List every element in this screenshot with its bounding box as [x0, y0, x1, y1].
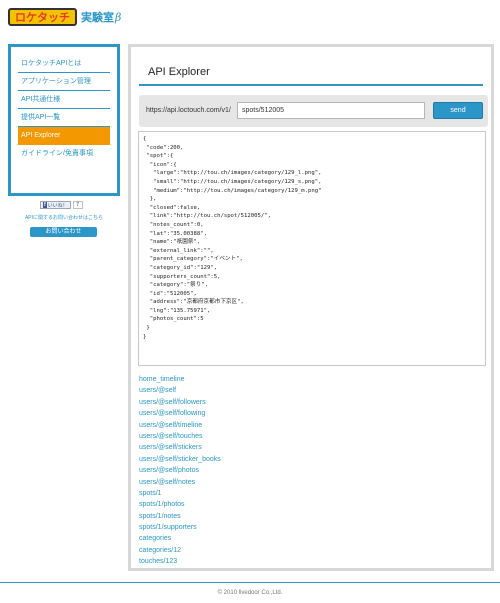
endpoint-link[interactable]: spots/1/photos: [139, 499, 221, 510]
endpoint-link[interactable]: spots/1: [139, 488, 221, 499]
base-url-label: https://api.loctouch.com/v1/: [146, 107, 231, 114]
header: ロケタッチ 実験室 β: [0, 0, 500, 36]
footer-divider: [0, 582, 500, 583]
endpoint-link[interactable]: spots/1/notes: [139, 511, 221, 522]
sidebar-item-common-spec[interactable]: API共通仕様: [18, 91, 110, 109]
endpoint-link[interactable]: users/@self/notes: [139, 477, 221, 488]
endpoint-link[interactable]: users/@self/touches: [139, 431, 221, 442]
sidebar-item-app-management[interactable]: アプリケーション管理: [18, 73, 110, 91]
endpoint-link[interactable]: spots/1/supporters: [139, 522, 221, 533]
endpoint-link[interactable]: users/@self/sticker_books: [139, 454, 221, 465]
endpoint-link[interactable]: home_timeline: [139, 374, 221, 385]
sidebar-nav: ロケタッチAPIとは アプリケーション管理 API共通仕様 提供API一覧 AP…: [8, 44, 120, 196]
site-logo[interactable]: ロケタッチ 実験室 β: [8, 8, 121, 26]
footer-copyright: © 2010 livedoor Co.,Ltd.: [217, 590, 283, 596]
facebook-icon: f: [43, 202, 47, 208]
endpoint-link[interactable]: touches/123: [139, 556, 221, 567]
facebook-like-button[interactable]: f いいね！: [40, 201, 71, 209]
endpoint-link[interactable]: categories/12: [139, 545, 221, 556]
social-buttons: f いいね！ 7: [40, 201, 83, 209]
logo-badge: ロケタッチ: [8, 8, 77, 26]
response-output[interactable]: { "code":200, "spot":{ "icon":{ "large":…: [138, 131, 486, 366]
endpoint-link[interactable]: users/@self: [139, 385, 221, 396]
page-title: API Explorer: [148, 66, 210, 78]
send-button[interactable]: send: [433, 102, 483, 119]
like-label: いいね！: [47, 202, 68, 209]
endpoint-path-input[interactable]: spots/512005: [237, 102, 425, 119]
sidebar-item-guidelines[interactable]: ガイドライン/免責事項: [18, 145, 110, 163]
sidebar-item-api-explorer[interactable]: API Explorer: [18, 127, 110, 145]
endpoint-link[interactable]: users/@self/following: [139, 408, 221, 419]
sidebar-item-api-list[interactable]: 提供API一覧: [18, 109, 110, 127]
contact-note[interactable]: APIに関するお問い合わせはこちら: [8, 214, 120, 221]
sidebar-item-about[interactable]: ロケタッチAPIとは: [18, 55, 110, 73]
like-count: 7: [72, 201, 83, 209]
title-divider: [139, 84, 483, 86]
contact-button[interactable]: お問い合わせ: [30, 227, 97, 237]
endpoint-link[interactable]: users/@self/photos: [139, 465, 221, 476]
logo-subtitle: 実験室: [81, 11, 114, 24]
endpoint-list: home_timeline users/@self users/@self/fo…: [139, 374, 221, 568]
endpoint-link[interactable]: users/@self/timeline: [139, 420, 221, 431]
request-bar: https://api.loctouch.com/v1/ spots/51200…: [139, 95, 488, 127]
endpoint-link[interactable]: categories: [139, 533, 221, 544]
endpoint-link[interactable]: users/@self/followers: [139, 397, 221, 408]
logo-beta: β: [115, 10, 122, 24]
endpoint-link[interactable]: users/@self/stickers: [139, 442, 221, 453]
main-panel: API Explorer https://api.loctouch.com/v1…: [128, 44, 494, 571]
